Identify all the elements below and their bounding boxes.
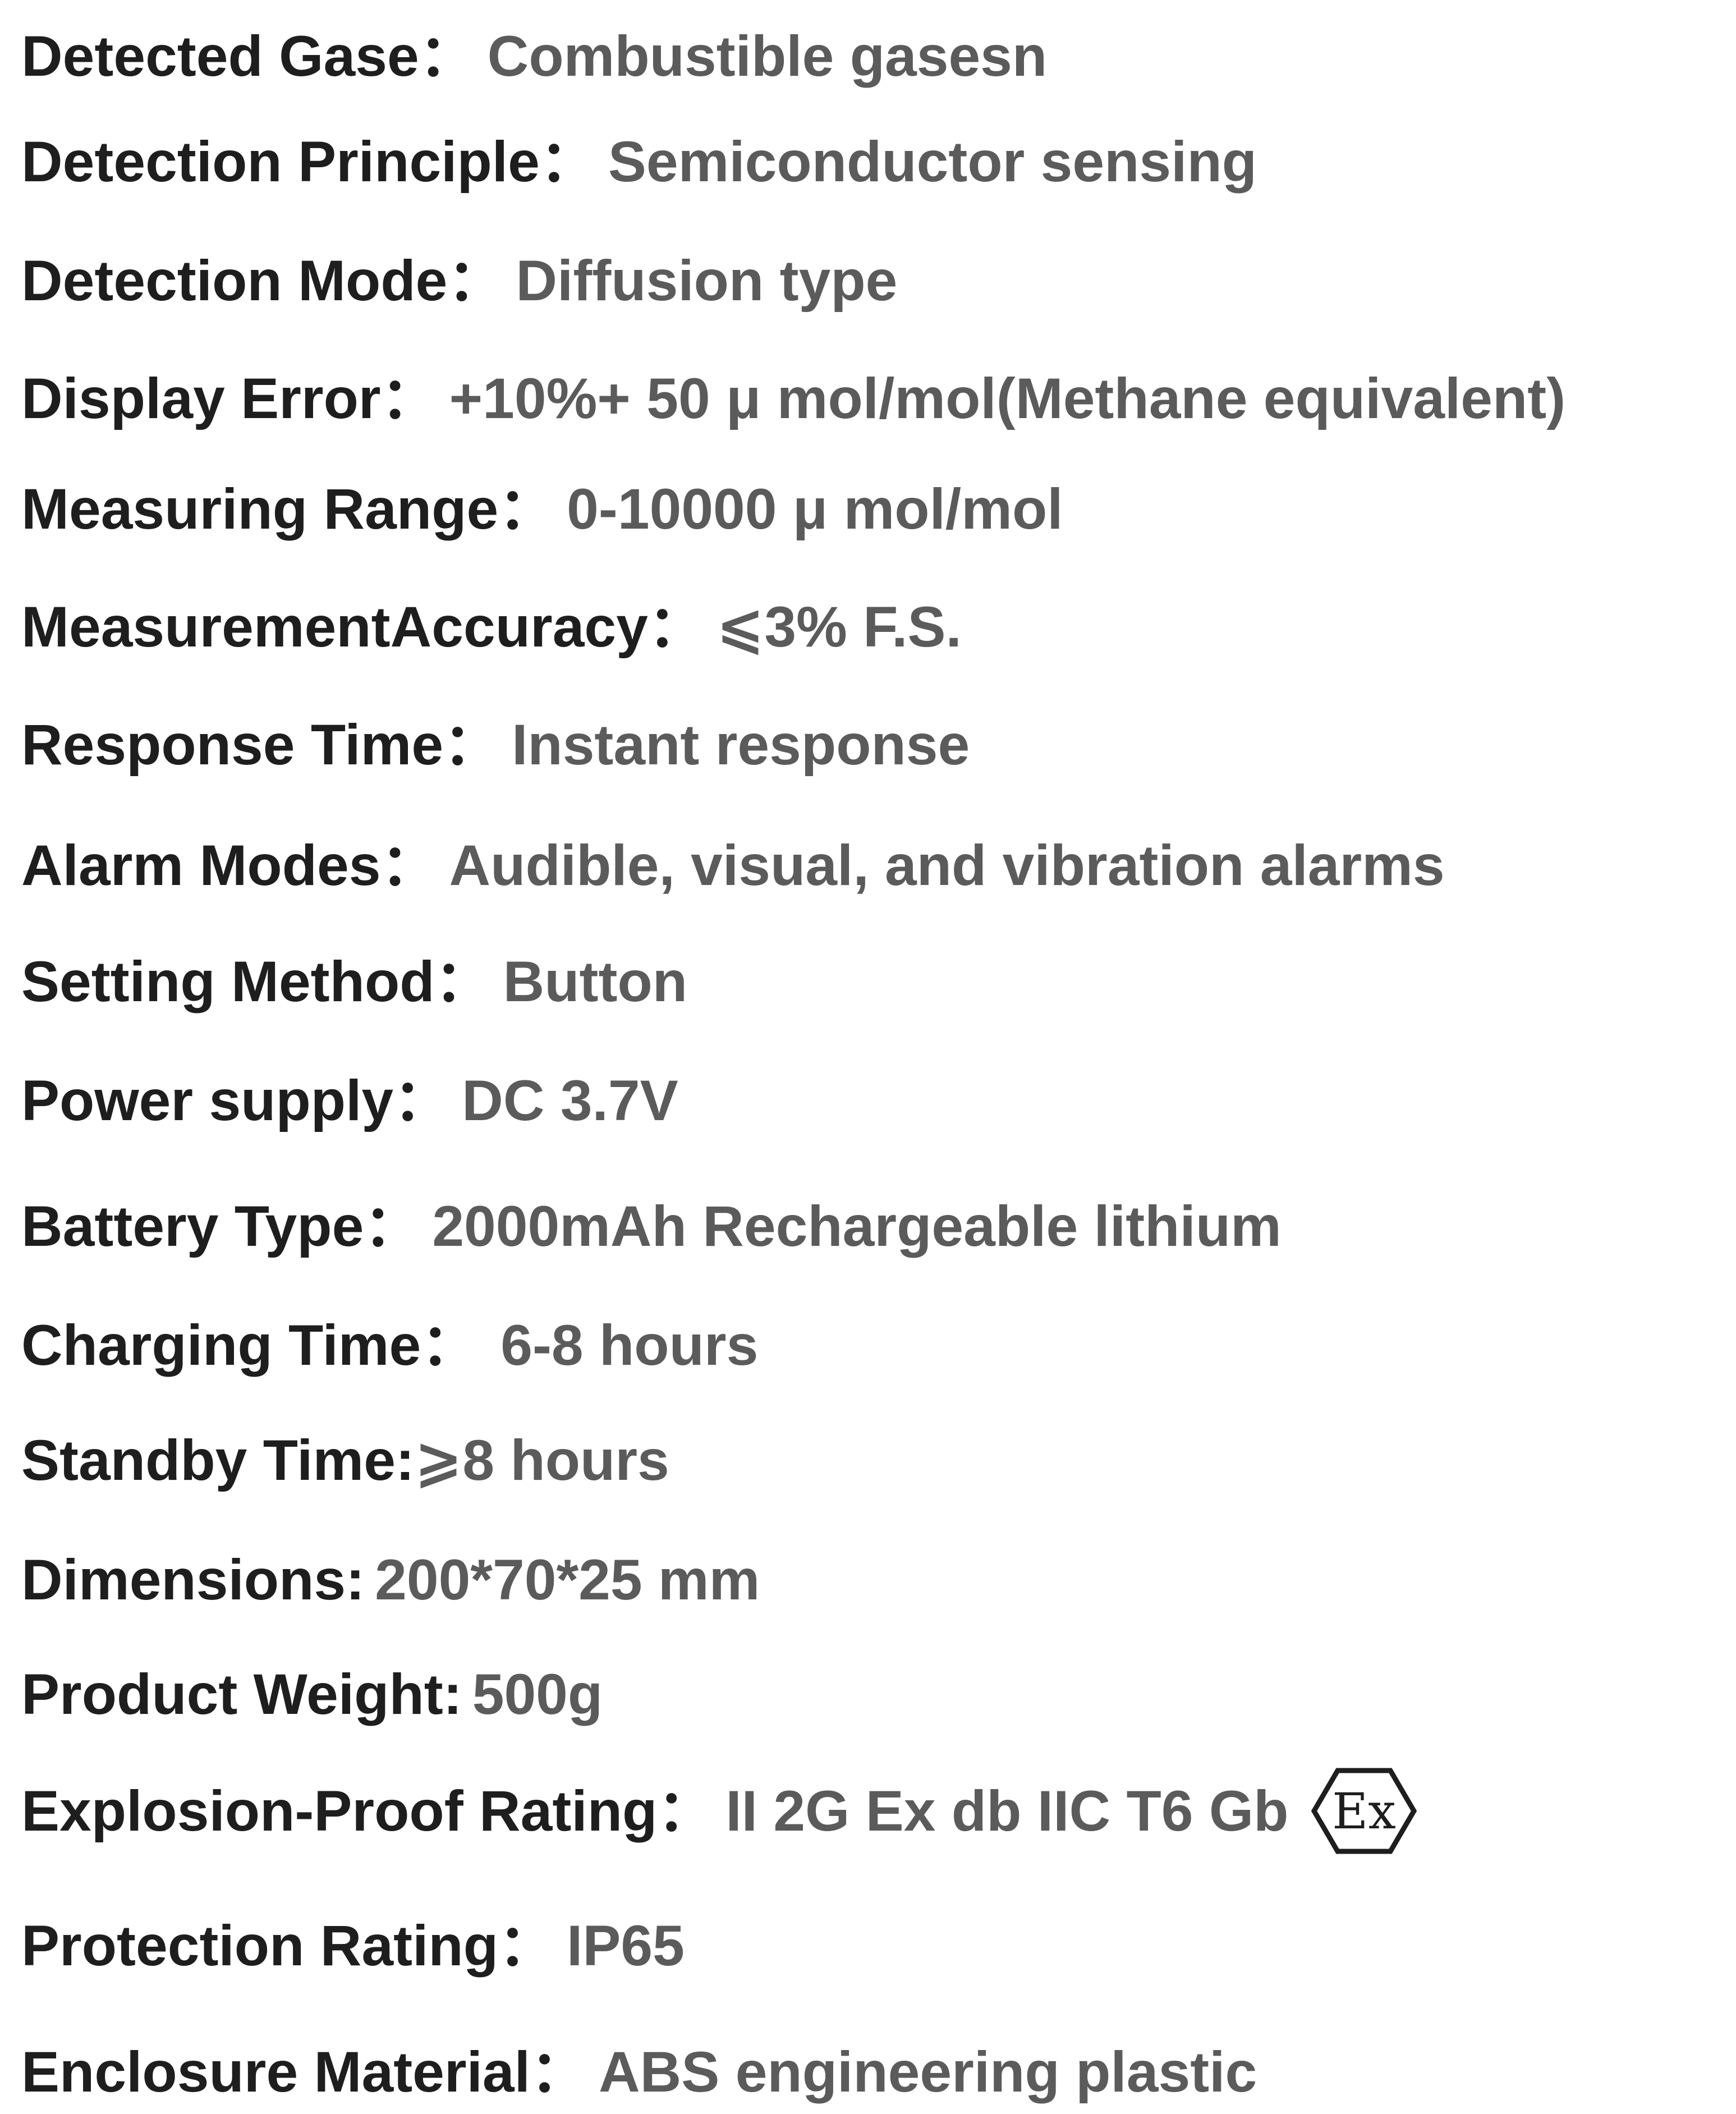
- spec-label: Protection Rating：: [21, 1914, 556, 1978]
- spec-value: 6-8 hours: [500, 1313, 759, 1377]
- spec-label: Dimensions:: [21, 1548, 365, 1612]
- spec-label: Detection Mode：: [21, 249, 505, 313]
- spec-detection-mode: Detection Mode： Diffusion type: [21, 239, 897, 323]
- spec-label: Detected Gase：: [21, 24, 476, 88]
- spec-label: Alarm Modes：: [21, 833, 438, 897]
- spec-label: Display Error：: [21, 366, 438, 430]
- spec-value: ⩾8 hours: [414, 1428, 669, 1492]
- spec-value: Button: [503, 950, 688, 1014]
- spec-setting-method: Setting Method： Button: [21, 939, 687, 1024]
- spec-explosion-proof-rating: Explosion-Proof Rating： II 2G Ex db IIC …: [21, 1766, 1417, 1856]
- spec-standby-time: Standby Time: ⩾8 hours: [21, 1418, 669, 1502]
- spec-measurement-accuracy: MeasurementAccuracy： ⩽3% F.S.: [21, 585, 962, 669]
- ex-hexagon-icon: Ex: [1311, 1766, 1417, 1856]
- spec-label: Setting Method：: [21, 950, 492, 1014]
- spec-value: 500g: [472, 1662, 603, 1726]
- spec-display-error: Display Error： +10%+ 50 μ mol/mol(Methan…: [21, 356, 1565, 441]
- spec-label: Enclosure Material：: [21, 2040, 587, 2104]
- spec-product-weight: Product Weight: 500g: [21, 1652, 603, 1736]
- spec-value: +10%+ 50 μ mol/mol(Methane equivalent): [449, 366, 1566, 430]
- spec-detection-principle: Detection Principle： Semiconductor sensi…: [21, 120, 1257, 204]
- spec-value: II 2G Ex db IIC T6 Gb: [725, 1779, 1289, 1843]
- spec-value: Diffusion type: [516, 249, 898, 313]
- spec-value: 2000mAh Rechargeable lithium: [432, 1194, 1282, 1258]
- spec-battery-type: Battery Type： 2000mAh Rechargeable lithi…: [21, 1184, 1282, 1268]
- spec-label: Battery Type：: [21, 1194, 421, 1258]
- spec-value: 200*70*25 mm: [375, 1548, 760, 1612]
- spec-value: Audible, visual, and vibration alarms: [449, 833, 1445, 897]
- spec-label: Measuring Range：: [21, 477, 556, 541]
- spec-label: Charging Time：: [21, 1313, 479, 1377]
- spec-dimensions: Dimensions: 200*70*25 mm: [21, 1538, 760, 1622]
- spec-measuring-range: Measuring Range： 0-10000 μ mol/mol: [21, 467, 1063, 551]
- spec-value: ABS engineering plastic: [599, 2040, 1257, 2104]
- spec-value: Instant response: [512, 713, 970, 777]
- spec-value: Combustible gasesn: [487, 24, 1048, 88]
- spec-label: Explosion-Proof Rating：: [21, 1779, 715, 1843]
- spec-detected-gas: Detected Gase： Combustible gasesn: [21, 14, 1047, 98]
- spec-label: MeasurementAccuracy：: [21, 595, 705, 659]
- spec-label: Response Time：: [21, 713, 501, 777]
- spec-value: DC 3.7V: [462, 1069, 678, 1132]
- spec-label: Standby Time:: [21, 1428, 415, 1492]
- spec-value: IP65: [567, 1914, 685, 1978]
- spec-alarm-modes: Alarm Modes： Audible, visual, and vibrat…: [21, 823, 1445, 907]
- spec-value: ⩽3% F.S.: [716, 595, 962, 659]
- spec-response-time: Response Time： Instant response: [21, 703, 970, 787]
- spec-label: Detection Principle：: [21, 130, 597, 194]
- spec-label: Product Weight:: [21, 1662, 462, 1726]
- ex-mark-text: Ex: [1333, 1782, 1397, 1840]
- spec-charging-time: Charging Time： 6-8 hours: [21, 1303, 758, 1387]
- spec-label: Power supply：: [21, 1069, 451, 1132]
- spec-protection-rating: Protection Rating： IP65: [21, 1904, 685, 1988]
- spec-value: 0-10000 μ mol/mol: [567, 477, 1063, 541]
- spec-enclosure-material: Enclosure Material： ABS engineering plas…: [21, 2030, 1257, 2114]
- spec-list: Detected Gase： Combustible gasesn Detect…: [0, 0, 1736, 2112]
- spec-value: Semiconductor sensing: [608, 130, 1257, 194]
- spec-power-supply: Power supply： DC 3.7V: [21, 1058, 678, 1143]
